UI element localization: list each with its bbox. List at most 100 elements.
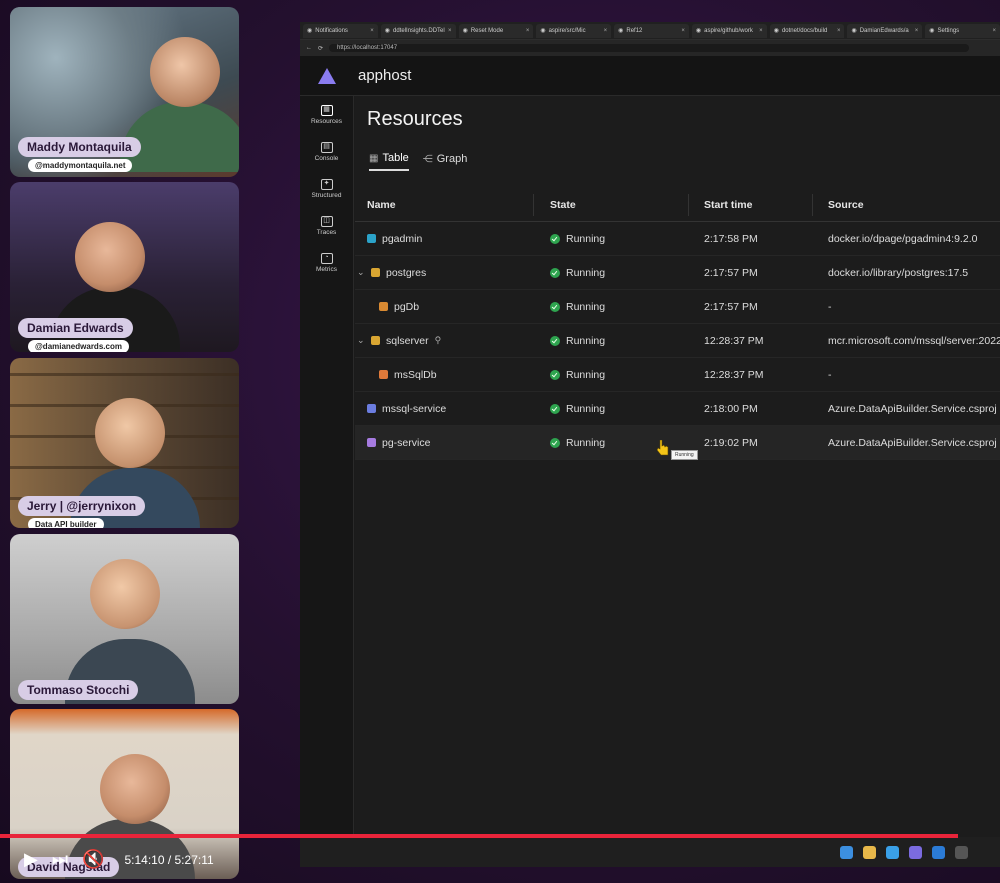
- aspire-logo-icon: [318, 67, 336, 84]
- mouse-cursor-icon: [656, 439, 669, 456]
- video-progress-bar[interactable]: [0, 834, 958, 838]
- metrics-icon: ◔: [320, 252, 333, 264]
- resource-start-time: 2:17:57 PM: [704, 266, 758, 279]
- traces-icon: ◫: [320, 215, 333, 227]
- resource-source: mcr.microsoft.com/mssql/server:2022: [828, 334, 1000, 347]
- table-row[interactable]: msSqlDb Running 12:28:37 PM -: [355, 358, 1000, 392]
- shared-screen: ◉ Notifications × ◉ ddtelInsights.DDTel × ◉ Res…: [300, 22, 1000, 867]
- tab-favicon-icon: ◉: [695, 28, 702, 34]
- table-row[interactable]: pgadmin Running 2:17:58 PM docker.io/dpage/…: [355, 222, 1000, 256]
- browser-tab[interactable]: ◉ DamianEdwards/a ×: [847, 23, 923, 38]
- table-row[interactable]: ⌄ sqlserver ⚲ Running 12:28:37 PM mcr.microso…: [355, 324, 1000, 358]
- resource-start-time: 12:28:37 PM: [704, 334, 764, 347]
- resource-name[interactable]: pg-service: [382, 437, 430, 449]
- nav-item-metrics[interactable]: ◔ Metrics: [300, 244, 353, 281]
- nav-item-console[interactable]: ▤ Console: [300, 133, 353, 170]
- resource-name[interactable]: postgres: [386, 267, 426, 279]
- participant-tile-2: Damian Edwards @damianedwards.com: [10, 182, 239, 352]
- column-header-name[interactable]: Name: [367, 199, 396, 211]
- close-tab-icon[interactable]: ×: [604, 28, 608, 34]
- os-taskbar: [300, 837, 1000, 867]
- resource-type-icon: [379, 370, 388, 379]
- close-tab-icon[interactable]: ×: [837, 28, 841, 34]
- browser-tab[interactable]: ◉ Settings ×: [925, 23, 1000, 38]
- windows-start-icon[interactable]: [840, 845, 853, 859]
- file-explorer-icon[interactable]: [863, 845, 876, 859]
- resource-start-time: 2:17:57 PM: [704, 300, 758, 313]
- close-tab-icon[interactable]: ×: [370, 28, 374, 34]
- running-status-icon: [550, 403, 560, 414]
- back-icon[interactable]: ←: [306, 45, 312, 51]
- participant-name: Tommaso Stocchi: [18, 680, 139, 700]
- close-tab-icon[interactable]: ×: [993, 28, 997, 34]
- play-icon[interactable]: ▶: [24, 849, 38, 870]
- resource-name[interactable]: mssql-service: [382, 403, 446, 415]
- edge-icon[interactable]: [886, 845, 899, 859]
- browser-tab[interactable]: ◉ Notifications ×: [303, 23, 378, 38]
- resource-source: Azure.DataApiBuilder.Service.csproj: [828, 402, 997, 415]
- tab-favicon-icon: ◉: [929, 28, 935, 34]
- app-icon[interactable]: [955, 845, 968, 859]
- resource-start-time: 12:28:37 PM: [704, 368, 764, 381]
- column-header-start-time[interactable]: Start time: [704, 199, 752, 211]
- table-row[interactable]: mssql-service Running 2:18:00 PM Azure.Data…: [355, 392, 1000, 426]
- browser-tab[interactable]: ◉ ddtelInsights.DDTel ×: [380, 23, 456, 38]
- resource-name[interactable]: msSqlDb: [394, 369, 437, 381]
- running-status-icon: [550, 233, 560, 244]
- refresh-icon[interactable]: ⟳: [318, 45, 323, 52]
- mute-icon[interactable]: 🔇: [82, 849, 104, 870]
- resource-type-icon: [371, 336, 380, 345]
- running-status-icon: [550, 267, 560, 278]
- tab-graph[interactable]: ⋲ Graph: [423, 152, 468, 171]
- browser-tab[interactable]: ◉ Reset Mode ×: [458, 23, 534, 38]
- table-row[interactable]: pgDb Running 2:17:57 PM -: [355, 290, 1000, 324]
- resource-type-icon: [367, 438, 376, 447]
- nav-item-traces[interactable]: ◫ Traces: [300, 207, 353, 244]
- resource-source: Azure.DataApiBuilder.Service.csproj: [828, 436, 997, 449]
- tab-favicon-icon: ◉: [384, 28, 391, 34]
- tab-favicon-icon: ◉: [618, 28, 624, 34]
- resource-name[interactable]: sqlserver: [386, 335, 429, 347]
- close-tab-icon[interactable]: ×: [448, 28, 452, 34]
- resource-source: -: [828, 368, 832, 381]
- resource-start-time: 2:18:00 PM: [704, 402, 758, 415]
- browser-tab[interactable]: ◉ dotnet/docs/build ×: [769, 23, 845, 38]
- state-tooltip: Running: [671, 450, 698, 460]
- close-tab-icon[interactable]: ×: [915, 28, 919, 34]
- table-row[interactable]: ⌄ postgres Running 2:17:57 PM docker.io/libr…: [355, 256, 1000, 290]
- nav-rail: ▦ Resources ▤ Console ✦ Structured ◫ Traces ◔ Met…: [300, 96, 354, 867]
- tab-favicon-icon: ◉: [773, 28, 779, 34]
- tab-table[interactable]: ▦ Table: [369, 152, 409, 171]
- resources-icon: ▦: [320, 104, 333, 116]
- resource-state: Running: [566, 232, 606, 245]
- close-tab-icon[interactable]: ×: [681, 28, 685, 34]
- resource-source: -: [828, 300, 832, 313]
- address-bar[interactable]: ← ⟳ https://localhost:17047: [300, 40, 1000, 56]
- close-tab-icon[interactable]: ×: [759, 28, 763, 34]
- browser-tab[interactable]: ◉ Ref12 ×: [614, 23, 689, 38]
- browser-tab[interactable]: ◉ aspire/github/work ×: [691, 23, 767, 38]
- resource-state: Running: [566, 436, 606, 449]
- resource-type-icon: [367, 234, 376, 243]
- running-status-icon: [550, 369, 560, 380]
- nav-item-resources[interactable]: ▦ Resources: [300, 96, 353, 133]
- url-field[interactable]: https://localhost:17047: [329, 44, 970, 52]
- resource-start-time: 2:17:58 PM: [704, 232, 758, 245]
- resource-name[interactable]: pgadmin: [382, 233, 422, 245]
- next-icon[interactable]: ⏭: [52, 849, 68, 870]
- resource-state: Running: [566, 334, 606, 347]
- column-header-source[interactable]: Source: [828, 199, 864, 211]
- teams-icon[interactable]: [909, 845, 922, 859]
- nav-item-structured[interactable]: ✦ Structured: [300, 170, 353, 207]
- resource-start-time: 2:19:02 PM: [704, 436, 758, 449]
- expand-chevron-icon[interactable]: ⌄: [357, 335, 365, 346]
- close-tab-icon[interactable]: ×: [526, 28, 530, 34]
- resource-name[interactable]: pgDb: [394, 301, 419, 313]
- expand-chevron-icon[interactable]: ⌄: [357, 267, 365, 278]
- browser-tab[interactable]: ◉ aspire/src/Mic ×: [536, 23, 612, 38]
- participant-tile-3: Jerry | @jerrynixon Data API builder: [10, 358, 239, 528]
- participant-name: Maddy Montaquila: [18, 137, 141, 157]
- pin-icon[interactable]: ⚲: [435, 335, 442, 346]
- vscode-icon[interactable]: [932, 845, 945, 859]
- column-header-state[interactable]: State: [550, 199, 576, 211]
